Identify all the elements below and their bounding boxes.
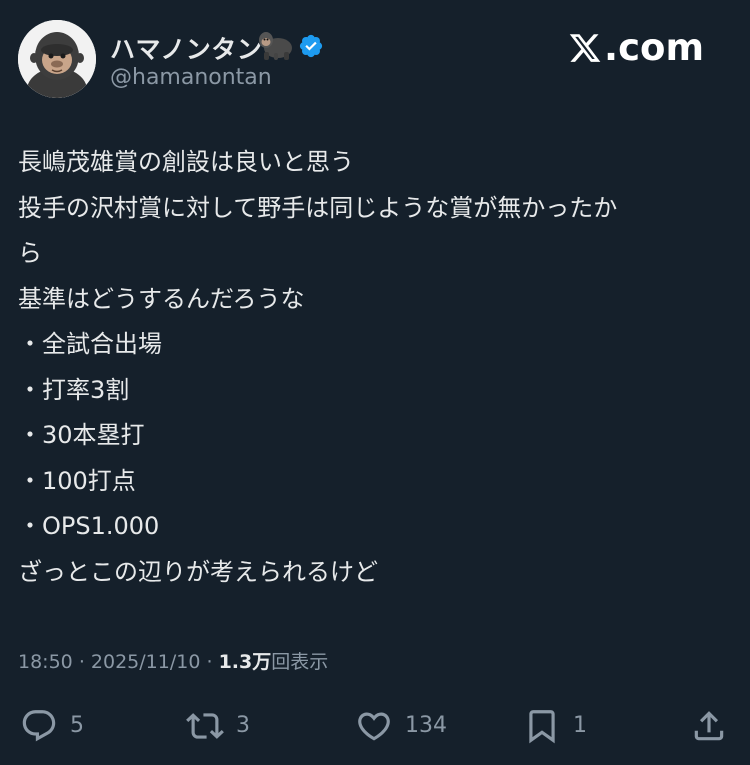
verified-badge-icon	[299, 34, 323, 58]
bookmark-icon	[529, 709, 555, 743]
tweet-line: 基準はどうするんだろうな	[18, 284, 305, 313]
tweet-header: ハマノンタン @hamanontan .com	[0, 0, 750, 110]
x-logo-icon	[569, 33, 601, 62]
share-button[interactable]	[690, 698, 728, 753]
like-button[interactable]: 134	[355, 698, 447, 753]
reply-icon	[22, 709, 56, 741]
tweet-line: ・打率3割	[18, 375, 130, 404]
action-bar: 5 3 134 1	[0, 698, 750, 753]
repost-count: 3	[236, 713, 250, 738]
tweet-line: ら	[18, 239, 42, 267]
share-icon	[694, 710, 724, 740]
tweet-line: 投手の沢村賞に対して野手は同じような賞が無かったか	[18, 193, 618, 222]
tweet-line: ・100打点	[18, 466, 136, 495]
tweet-line: ・30本塁打	[18, 421, 145, 449]
tweet-line: ・全試合出場	[18, 330, 162, 358]
tweet-line: 長嶋茂雄賞の創設は良いと思う	[18, 148, 354, 176]
gorilla-avatar-image	[18, 20, 96, 98]
reply-count: 5	[70, 713, 84, 738]
heart-icon	[358, 712, 390, 741]
views-label: 回表示	[271, 651, 329, 673]
tweet-line: ・OPS1.000	[18, 512, 160, 540]
bookmark-button[interactable]: 1	[523, 698, 587, 753]
repost-icon	[186, 712, 224, 739]
post-time[interactable]: 18:50	[18, 651, 73, 673]
tweet-meta: 18:50 · 2025/11/10 · 1.3万回表示	[18, 647, 328, 674]
brand-suffix: .com	[604, 26, 704, 69]
post-date[interactable]: 2025/11/10	[91, 651, 201, 673]
tweet-line: ざっとこの辺りが考えられるけど	[18, 557, 378, 586]
avatar[interactable]	[18, 20, 96, 98]
gorilla-emoji-icon	[259, 32, 292, 60]
tweet-text: 長嶋茂雄賞の創設は良いと思う 投手の沢村賞に対して野手は同じような賞が無かったか…	[18, 140, 730, 595]
brand-logo: .com	[568, 26, 704, 69]
user-handle[interactable]: @hamanontan	[110, 65, 272, 90]
meta-separator: ·	[78, 651, 85, 673]
bookmark-count: 1	[573, 713, 587, 738]
reply-button[interactable]: 5	[20, 698, 84, 753]
views-count: 1.3万	[218, 651, 272, 673]
repost-button[interactable]: 3	[186, 698, 250, 753]
meta-separator: ·	[206, 651, 213, 673]
display-name[interactable]: ハマノンタン	[110, 30, 262, 66]
like-count: 134	[405, 713, 447, 738]
